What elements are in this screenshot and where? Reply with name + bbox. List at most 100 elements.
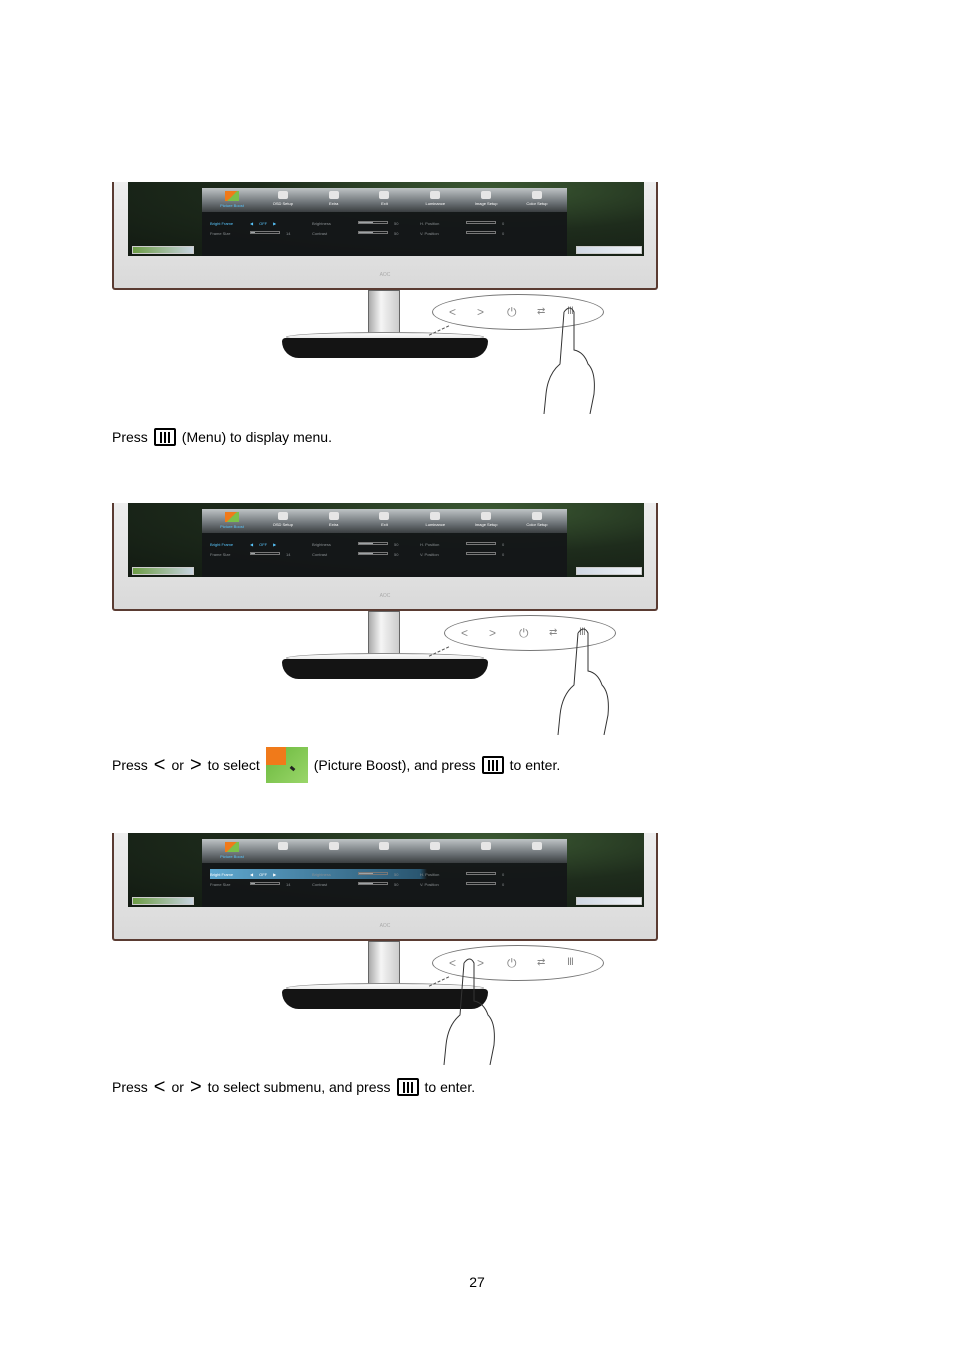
frame-size-bar	[250, 230, 280, 234]
monitor-figure-3: Picture Boost Bright Frame ◀ OFF ▶ Brightn…	[110, 833, 660, 1073]
osd-tab-luminance[interactable]: Luminance	[411, 509, 459, 533]
color-setup-icon	[531, 842, 542, 850]
osd-row-selected[interactable]: Bright Frame ◀ OFF ▶ Brightness 50 H. Posi…	[210, 869, 560, 879]
picture-boost-icon	[225, 191, 239, 201]
osd-menu: Picture Boost OSD Setup Extra Exit Lumin…	[202, 509, 567, 577]
monitor-screen: Picture Boost OSD Setup Extra Exit Lumin…	[128, 182, 644, 256]
contrast-bar	[358, 230, 388, 234]
monitor-figure-2: Picture Boost OSD Setup Extra Exit Lumin…	[110, 503, 660, 738]
monitor-figure-1: Picture Boost OSD Setup Extra Exit Lumin…	[110, 182, 660, 422]
left-arrow-icon: <	[153, 1076, 166, 1098]
osd-tab-extra[interactable]	[310, 839, 358, 863]
osd-tab-picture-boost[interactable]: Picture Boost	[208, 509, 256, 533]
luminance-icon	[430, 842, 441, 850]
contrast-bar	[358, 881, 388, 885]
extra-icon	[328, 842, 339, 850]
osd-tab-image-setup[interactable]: Image Setup	[462, 509, 510, 533]
v-position-bar	[466, 230, 496, 234]
osd-tab-osd-setup[interactable]: OSD Setup	[259, 188, 307, 212]
osd-tab-picture-boost[interactable]: Picture Boost	[208, 188, 256, 212]
extra-icon	[328, 512, 339, 520]
monitor-stand-neck	[368, 290, 400, 338]
osd-tab-color-setup[interactable]: Color Setup	[513, 188, 561, 212]
monitor-bezel: Picture Boost Bright Frame ◀ OFF ▶ Brightn…	[112, 833, 658, 941]
power-button[interactable]: ⏻	[519, 627, 529, 639]
v-position-bar	[466, 881, 496, 885]
osd-row[interactable]: Bright Frame ◀ OFF ▶ Brightness 50 H. Posi…	[210, 218, 560, 228]
osd-tab-color-setup[interactable]: Color Setup	[513, 509, 561, 533]
taskbar-left	[132, 567, 194, 575]
osd-tab-image-setup[interactable]: Image Setup	[462, 188, 510, 212]
frame-size-bar	[250, 881, 280, 885]
monitor-bezel: Picture Boost OSD Setup Extra Exit Lumin…	[112, 182, 658, 290]
right-arrow-icon: >	[189, 1076, 202, 1098]
osd-tab-exit[interactable]: Exit	[360, 188, 408, 212]
image-setup-icon	[481, 512, 492, 520]
right-triangle-icon: ▶	[273, 220, 277, 226]
left-button[interactable]: <	[461, 627, 468, 639]
osd-setup-icon	[277, 191, 288, 199]
right-triangle-icon: ▶	[273, 541, 277, 547]
monitor-stand-neck	[368, 611, 400, 659]
monitor-stand-base	[282, 653, 488, 681]
osd-tab-image-setup[interactable]	[462, 839, 510, 863]
left-triangle-icon: ◀	[250, 871, 254, 877]
left-button[interactable]: <	[449, 306, 456, 318]
luminance-icon	[430, 512, 441, 520]
osd-row[interactable]: Frame Size 14 Contrast 50 V. Position 0	[210, 228, 560, 238]
monitor-screen: Picture Boost OSD Setup Extra Exit Lumin…	[128, 503, 644, 577]
contrast-bar	[358, 551, 388, 555]
osd-tab-exit[interactable]	[360, 839, 408, 863]
osd-tab-luminance[interactable]	[411, 839, 459, 863]
left-arrow-icon: <	[153, 754, 166, 776]
monitor-screen: Picture Boost Bright Frame ◀ OFF ▶ Brightn…	[128, 833, 644, 907]
exit-icon	[379, 191, 390, 199]
picture-boost-icon	[225, 512, 239, 522]
finger-pointer-icon	[540, 304, 600, 415]
osd-tab-color-setup[interactable]	[513, 839, 561, 863]
osd-tab-exit[interactable]: Exit	[360, 509, 408, 533]
caption-step-1: Press (Menu) to display menu.	[112, 428, 332, 446]
taskbar-right	[576, 246, 642, 254]
extra-icon	[328, 191, 339, 199]
osd-tab-extra[interactable]: Extra	[310, 188, 358, 212]
left-triangle-icon: ◀	[250, 541, 254, 547]
power-button[interactable]: ⏻	[507, 306, 517, 318]
exit-icon	[379, 512, 390, 520]
menu-button[interactable]: Ⅲ	[567, 957, 574, 969]
osd-tab-extra[interactable]: Extra	[310, 509, 358, 533]
right-button[interactable]: >	[489, 627, 496, 639]
osd-setup-icon	[277, 842, 288, 850]
color-setup-icon	[531, 191, 542, 199]
brightness-bar	[358, 220, 388, 224]
brightness-bar	[358, 871, 388, 875]
osd-row[interactable]: Bright Frame ◀ OFF ▶ Brightness 50 H. Posi…	[210, 539, 560, 549]
h-position-bar	[466, 220, 496, 224]
taskbar-left	[132, 897, 194, 905]
finger-pointer-icon	[554, 625, 614, 736]
right-button[interactable]: >	[477, 306, 484, 318]
osd-tab-osd-setup[interactable]: OSD Setup	[259, 509, 307, 533]
osd-row[interactable]: Frame Size 14 Contrast 50 V. Position 0	[210, 549, 560, 559]
menu-key-icon	[396, 1078, 419, 1096]
osd-row[interactable]: Frame Size 14 Contrast 50 V. Position 0	[210, 879, 560, 889]
taskbar-right	[576, 567, 642, 575]
exit-icon	[379, 842, 390, 850]
monitor-bezel: Picture Boost OSD Setup Extra Exit Lumin…	[112, 503, 658, 611]
finger-pointer-icon	[440, 955, 500, 1066]
source-button[interactable]: ⇄	[537, 957, 545, 969]
image-setup-icon	[481, 842, 492, 850]
power-button[interactable]: ⏻	[507, 957, 517, 969]
osd-tab-luminance[interactable]: Luminance	[411, 188, 459, 212]
right-arrow-icon: >	[189, 754, 202, 776]
v-position-bar	[466, 551, 496, 555]
osd-tab-osd-setup[interactable]	[259, 839, 307, 863]
osd-tab-picture-boost[interactable]: Picture Boost	[208, 839, 256, 863]
osd-menu: Picture Boost Bright Frame ◀ OFF ▶ Brightn…	[202, 839, 567, 907]
h-position-bar	[466, 871, 496, 875]
taskbar-right	[576, 897, 642, 905]
picture-boost-icon	[225, 842, 239, 852]
caption-step-3: Press < or > to select submenu, and pres…	[112, 1076, 476, 1098]
picture-boost-icon	[265, 747, 308, 783]
brightness-bar	[358, 541, 388, 545]
